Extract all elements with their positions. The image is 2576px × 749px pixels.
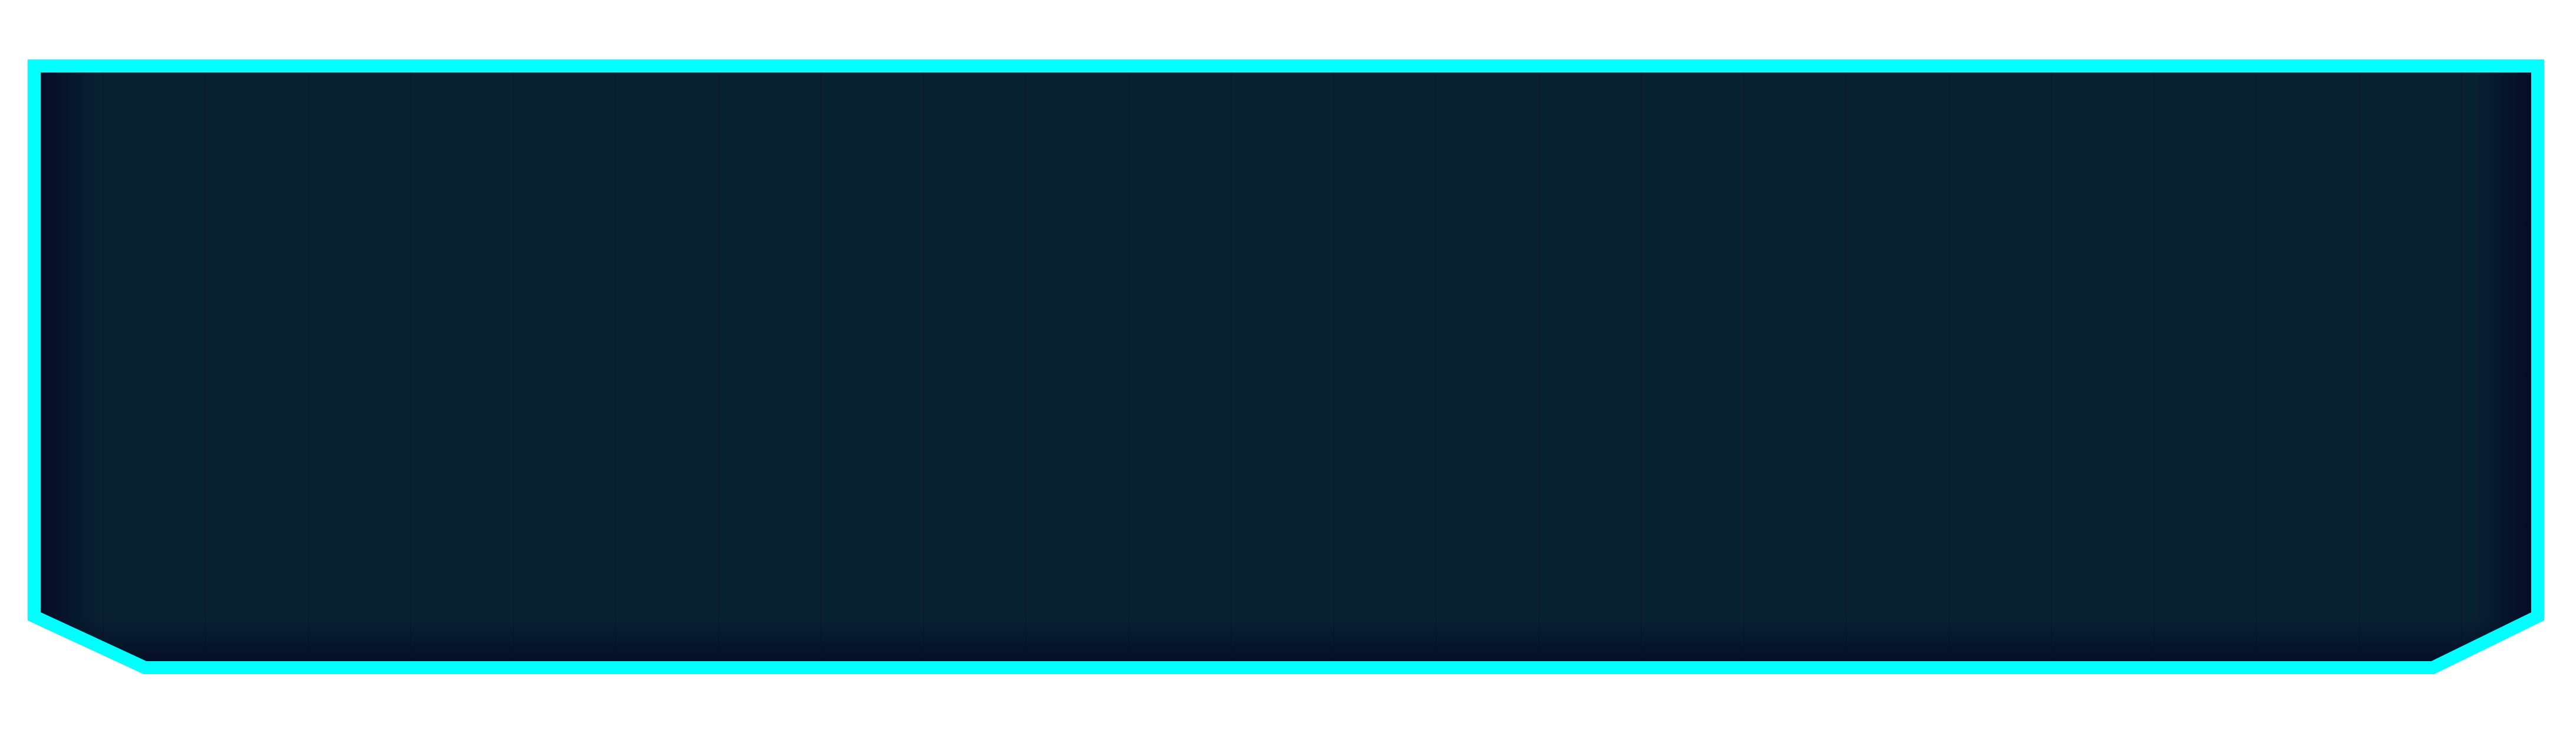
hud-panel-left-shadow <box>34 66 99 668</box>
hud-panel-frame <box>28 60 2544 674</box>
hud-panel-bottom-shadow <box>34 619 2538 668</box>
hud-panel-grid <box>34 66 2538 668</box>
hud-panel-right-shadow <box>2473 66 2538 668</box>
